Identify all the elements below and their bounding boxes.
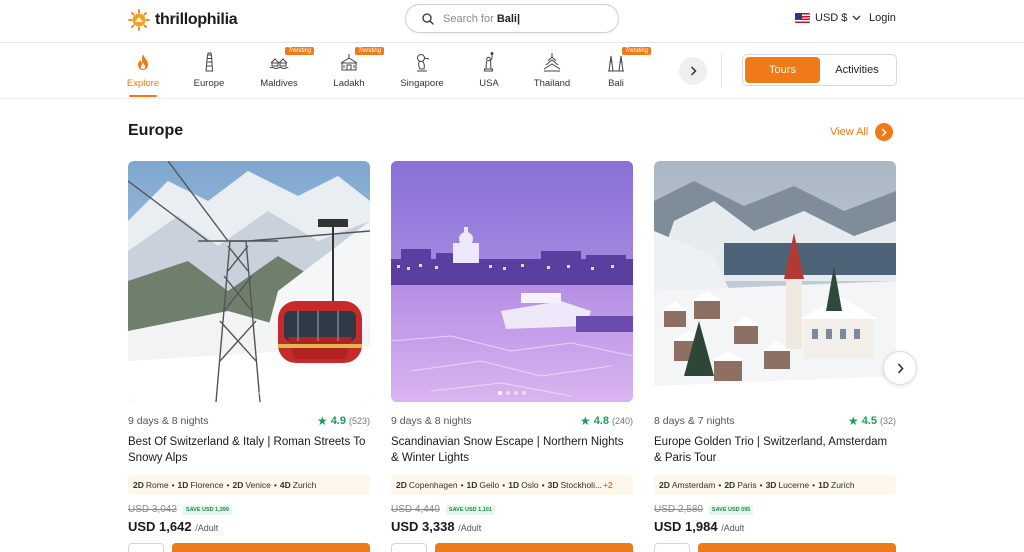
star-icon: ★: [316, 414, 328, 428]
category-singapore[interactable]: Singapore: [390, 51, 454, 89]
secondary-action-button[interactable]: [128, 543, 164, 552]
statue-of-liberty-icon: [484, 52, 494, 72]
tour-image[interactable]: [391, 161, 633, 402]
original-price: USD 4,440: [391, 504, 440, 515]
tour-card[interactable]: 9 days & 8 nights ★ 4.8 (240) Scandinavian…: [391, 161, 633, 552]
rating: ★ 4.5 (32): [847, 414, 896, 428]
logo[interactable]: thrillophilia: [128, 9, 238, 31]
category-ladakh[interactable]: Trending Ladakh: [317, 47, 385, 89]
tour-card[interactable]: 8 days & 7 nights ★ 4.5 (32) Europe Golden…: [654, 161, 896, 552]
activities-tab[interactable]: Activities: [820, 57, 894, 83]
cable-car-photo: [128, 161, 370, 402]
tours-activities-toggle: Tours Activities: [742, 54, 897, 86]
category-label: Maldives: [260, 78, 298, 89]
category-label: Explore: [126, 78, 160, 89]
currency-label: USD $: [815, 12, 848, 24]
search-icon: [422, 12, 434, 25]
category-thailand[interactable]: Thailand: [520, 51, 584, 89]
bali-gate-icon: [608, 55, 624, 72]
helsinki-winter-photo: [391, 161, 633, 402]
search-input[interactable]: Search for Bali|: [443, 13, 520, 25]
category-bali[interactable]: Trending Bali: [584, 47, 652, 89]
category-europe[interactable]: Europe: [177, 51, 241, 89]
more-cities-count[interactable]: +2: [603, 480, 613, 490]
water-villa-icon: [269, 58, 289, 69]
category-maldives[interactable]: Trending Maldives: [247, 47, 315, 89]
trending-badge: Trending: [285, 47, 315, 55]
tour-title[interactable]: Best Of Switzerland & Italy | Roman Stre…: [128, 434, 370, 466]
primary-action-button[interactable]: [435, 543, 633, 552]
secondary-action-button[interactable]: [391, 543, 427, 552]
trip-duration: 8 days & 7 nights: [654, 415, 735, 427]
carousel-next-button[interactable]: [883, 351, 917, 385]
view-all-link[interactable]: View All: [830, 123, 894, 141]
original-price: USD 2,580: [654, 504, 703, 515]
tour-image[interactable]: [654, 161, 896, 402]
tour-title[interactable]: Europe Golden Trio | Switzerland, Amster…: [654, 434, 896, 466]
trip-duration: 9 days & 8 nights: [128, 415, 209, 427]
savings-badge: SAVE USD 1,101: [445, 504, 495, 515]
chevron-down-icon: [852, 15, 861, 21]
trip-duration: 9 days & 8 nights: [391, 415, 472, 427]
chevron-right-icon: [690, 66, 697, 76]
temple-icon: [543, 53, 561, 72]
category-label: Europe: [193, 78, 225, 89]
savings-badge: SAVE USD 595: [708, 504, 754, 515]
savings-badge: SAVE USD 1,399: [182, 504, 232, 515]
star-icon: ★: [847, 414, 859, 428]
itinerary-strip: 2D Rome • 1D Florence • 2D Venice • 4D Zurich: [128, 475, 370, 495]
chevron-right-icon: [897, 362, 904, 374]
rating: ★ 4.9 (523): [316, 414, 370, 428]
category-usa[interactable]: USA: [457, 51, 521, 89]
login-link[interactable]: Login: [869, 12, 896, 24]
merlion-icon: [417, 54, 430, 72]
trending-badge: Trending: [355, 47, 385, 55]
lucerne-church-photo: [654, 161, 896, 402]
currency-selector[interactable]: USD $: [795, 12, 861, 24]
itinerary-strip: 2D Copenhagen • 1D Geilo • 1D Oslo • 3D Stockho…: [391, 475, 633, 495]
category-explore[interactable]: Explore: [111, 51, 175, 97]
trending-badge: Trending: [622, 47, 652, 55]
tour-title[interactable]: Scandinavian Snow Escape | Northern Nigh…: [391, 434, 633, 466]
primary-action-button[interactable]: [698, 543, 896, 552]
original-price: USD 3,042: [128, 504, 177, 515]
category-label: USA: [479, 78, 499, 89]
current-price: USD 1,984 /Adult: [654, 519, 745, 534]
current-price: USD 1,642 /Adult: [128, 519, 219, 534]
star-icon: ★: [579, 414, 591, 428]
search-bar[interactable]: Search for Bali|: [405, 4, 619, 33]
arrow-right-icon: [875, 123, 894, 141]
category-label: Bali: [608, 78, 624, 89]
category-label: Ladakh: [333, 78, 365, 89]
tour-image[interactable]: [128, 161, 370, 402]
monastery-icon: [340, 54, 358, 71]
image-carousel-dots: [391, 391, 633, 395]
us-flag-icon: [795, 13, 810, 23]
logo-text: thrillophilia: [155, 11, 238, 28]
category-label: Thailand: [533, 78, 571, 89]
primary-action-button[interactable]: [172, 543, 370, 552]
image-carousel-dots: [128, 391, 370, 395]
secondary-action-button[interactable]: [654, 543, 690, 552]
rating: ★ 4.8 (240): [579, 414, 633, 428]
tour-card[interactable]: 9 days & 8 nights ★ 4.9 (523) Best Of Swit…: [128, 161, 370, 552]
itinerary-strip: 2D Amsterdam • 2D Paris • 3D Lucerne • 1D Zuric…: [654, 475, 896, 495]
leaning-tower-icon: [205, 52, 214, 72]
tours-tab[interactable]: Tours: [745, 57, 820, 83]
section-title: Europe: [128, 122, 184, 139]
current-price: USD 3,338 /Adult: [391, 519, 482, 534]
flame-icon: [138, 54, 148, 70]
category-label: Singapore: [400, 78, 444, 89]
nav-divider: [721, 53, 722, 88]
top-header: thrillophilia Search for Bali| USD $ Log…: [0, 0, 1024, 43]
category-scroll-next-button[interactable]: [679, 57, 707, 85]
view-all-label: View All: [830, 126, 869, 138]
logo-mark-icon: [128, 9, 150, 31]
